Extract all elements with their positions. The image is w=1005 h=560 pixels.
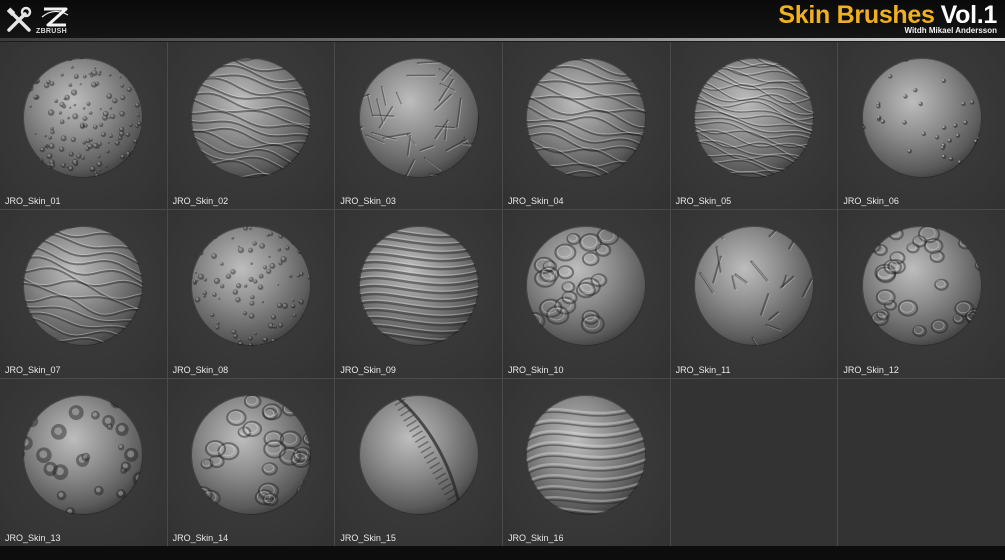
brush-preview-sphere	[524, 56, 648, 180]
brush-preview-sphere	[692, 224, 816, 348]
brush-label: JRO_Skin_12	[843, 364, 899, 375]
brush-preview-sphere	[692, 56, 816, 180]
brush-tile[interactable]: JRO_Skin_12	[838, 210, 1005, 378]
brush-label: JRO_Skin_10	[508, 364, 564, 375]
tools-logo-icon	[6, 6, 32, 32]
brush-tile[interactable]: JRO_Skin_01	[0, 42, 167, 210]
brush-preview-sphere	[357, 56, 481, 180]
brush-label: JRO_Skin_03	[340, 196, 396, 207]
header-divider	[0, 38, 1005, 41]
brush-tile[interactable]: JRO_Skin_15	[335, 378, 502, 546]
brush-preview-sphere	[860, 224, 984, 348]
brush-tile[interactable]: JRO_Skin_04	[503, 42, 670, 210]
brush-label: JRO_Skin_05	[675, 196, 732, 207]
brush-label: JRO_Skin_13	[5, 532, 61, 543]
brush-label: JRO_Skin_04	[508, 196, 564, 207]
brush-tile[interactable]: JRO_Skin_08	[167, 210, 335, 378]
brush-label: JRO_Skin_07	[5, 364, 61, 375]
brush-label: JRO_Skin_06	[843, 196, 899, 207]
title-main: Skin Brushes	[778, 1, 935, 29]
brush-tile[interactable]: JRO_Skin_11	[670, 210, 838, 378]
empty-tile	[838, 378, 1005, 546]
brush-preview-sphere	[860, 56, 984, 180]
brush-tile[interactable]: JRO_Skin_05	[670, 42, 838, 210]
brush-label: JRO_Skin_01	[5, 196, 61, 207]
brush-label: JRO_Skin_16	[508, 532, 564, 543]
title-volume: Vol.1	[940, 1, 998, 29]
header-bar: ZBRUSH Skin Brushes Vol.1 Witdh Mikael An…	[0, 0, 1005, 38]
brush-tile[interactable]: JRO_Skin_10	[503, 210, 670, 378]
brush-preview-sphere	[21, 224, 145, 348]
brush-tile[interactable]: JRO_Skin_07	[0, 210, 167, 378]
brush-preview-sphere	[189, 56, 313, 180]
empty-tile	[670, 378, 838, 546]
brush-preview-sphere	[357, 393, 481, 517]
zbrush-logo-text: ZBRUSH	[36, 28, 67, 35]
brush-tile[interactable]: JRO_Skin_02	[167, 42, 335, 210]
brush-preview-sphere	[21, 56, 145, 180]
brush-label: JRO_Skin_02	[172, 196, 229, 207]
brush-tile[interactable]: JRO_Skin_03	[335, 42, 502, 210]
brush-preview-sphere	[524, 393, 648, 517]
brush-label: JRO_Skin_11	[675, 364, 731, 375]
brush-tile[interactable]: JRO_Skin_06	[838, 42, 1005, 210]
brush-preview-sphere	[524, 224, 648, 348]
brush-grid: JRO_Skin_01 JRO_Skin_02 JRO_Skin_03 JRO_…	[0, 42, 1005, 546]
brush-preview-sphere	[21, 393, 145, 517]
brush-label: JRO_Skin_14	[172, 532, 229, 543]
brush-tile[interactable]: JRO_Skin_16	[503, 378, 670, 546]
brush-preview-sphere	[189, 224, 313, 348]
page-title: Skin Brushes Vol.1	[778, 1, 997, 29]
page-subtitle: Witdh Mikael Andersson	[904, 26, 997, 35]
brush-label: JRO_Skin_09	[340, 364, 396, 375]
brush-tile[interactable]: JRO_Skin_13	[0, 378, 167, 546]
brush-tile[interactable]: JRO_Skin_14	[167, 378, 335, 546]
brush-label: JRO_Skin_08	[172, 364, 229, 375]
footer-bar	[0, 546, 1005, 560]
brush-preview-sphere	[189, 393, 313, 517]
brush-tile[interactable]: JRO_Skin_09	[335, 210, 502, 378]
brush-label: JRO_Skin_15	[340, 532, 396, 543]
brush-preview-sphere	[357, 224, 481, 348]
